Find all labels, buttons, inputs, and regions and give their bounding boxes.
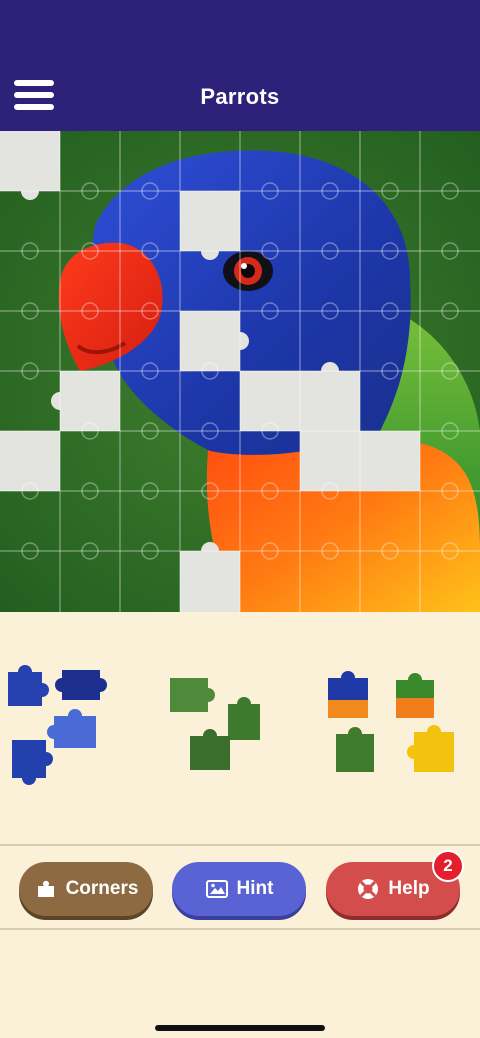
piece-tray — [0, 612, 480, 844]
puzzle-app: Parrots Corners Hint Help 2 — [0, 0, 480, 1038]
puzzle-piece[interactable] — [228, 697, 260, 740]
tray-group-green[interactable] — [166, 674, 270, 778]
corners-button[interactable]: Corners — [19, 862, 153, 916]
hint-label: Hint — [236, 878, 274, 899]
page-title: Parrots — [200, 84, 280, 109]
help-badge: 2 — [432, 850, 464, 882]
piece-knob — [237, 697, 251, 711]
puzzle-piece[interactable] — [55, 670, 107, 700]
tray-group-blue[interactable] — [4, 664, 116, 794]
piece-knob — [35, 683, 49, 697]
piece-knob — [22, 771, 36, 785]
puzzle-piece[interactable] — [8, 665, 49, 706]
puzzle-piece[interactable] — [396, 673, 434, 718]
eye-glint — [241, 263, 247, 269]
home-indicator[interactable] — [155, 1025, 325, 1031]
tray-group-rainbow[interactable] — [322, 668, 460, 780]
puzzle-image — [0, 131, 480, 612]
piece-knob — [93, 678, 107, 692]
piece-knob — [427, 725, 441, 739]
piece-knob — [18, 665, 32, 679]
rainbow-pieces — [328, 671, 454, 772]
corners-label: Corners — [65, 878, 139, 899]
piece-knob — [201, 688, 215, 702]
help-label: Help — [388, 878, 430, 899]
piece-knob — [68, 709, 82, 723]
puzzle-corner-icon — [34, 877, 58, 901]
piece-knob — [348, 727, 362, 741]
image-icon — [205, 877, 229, 901]
piece-knob — [55, 678, 69, 692]
empty-slot — [240, 371, 300, 431]
puzzle-piece[interactable] — [190, 729, 230, 770]
empty-slot — [180, 551, 240, 612]
puzzle-piece[interactable] — [336, 727, 374, 772]
puzzle-piece[interactable] — [12, 740, 53, 785]
puzzle-piece[interactable] — [170, 678, 215, 712]
piece-body — [328, 700, 368, 718]
puzzle-piece[interactable] — [328, 671, 368, 718]
piece-knob — [341, 671, 355, 685]
puzzle-piece[interactable] — [407, 725, 454, 772]
piece-knob — [39, 752, 53, 766]
green-pieces — [170, 678, 260, 770]
lifebuoy-icon — [356, 877, 380, 901]
piece-body — [396, 698, 434, 718]
bottom-toolbar: Corners Hint Help — [0, 844, 480, 930]
piece-knob — [203, 729, 217, 743]
empty-slot — [0, 431, 60, 491]
piece-knob — [408, 673, 422, 687]
piece-knob — [407, 745, 421, 759]
blue-pieces — [8, 665, 107, 785]
hint-button[interactable]: Hint — [172, 862, 306, 916]
puzzle-piece[interactable] — [47, 709, 96, 748]
app-header: Parrots — [0, 0, 480, 131]
puzzle-board[interactable] — [0, 131, 480, 612]
piece-knob — [47, 725, 61, 739]
